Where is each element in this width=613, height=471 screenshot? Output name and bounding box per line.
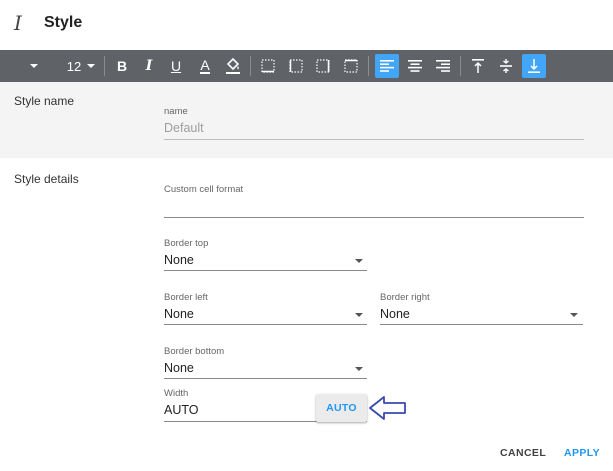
italic-icon: I: [145, 58, 153, 74]
underline-icon: U: [170, 58, 182, 74]
chevron-down-icon: [570, 313, 578, 317]
borders-all-button[interactable]: [258, 54, 278, 78]
border-left-label: Border left: [164, 292, 208, 303]
paint-bucket-icon: [226, 57, 240, 74]
width-label: Width: [164, 388, 189, 399]
name-input[interactable]: Default: [164, 121, 204, 135]
style-name-label: Style name: [14, 94, 75, 108]
caret-down-icon: [30, 64, 38, 68]
font-size-dropdown[interactable]: 12: [62, 54, 100, 78]
valign-bottom-button[interactable]: [522, 54, 546, 78]
name-input-underline: [164, 139, 584, 140]
chevron-down-icon: [355, 313, 363, 317]
name-field-label: name: [164, 106, 188, 117]
text-cursor-icon: I: [14, 11, 22, 35]
toolbar-divider: [104, 56, 105, 76]
border-left-select[interactable]: None: [164, 307, 194, 321]
borders-inner-icon: [289, 59, 303, 73]
style-details-label: Style details: [14, 172, 79, 186]
bold-icon: B: [116, 58, 128, 74]
bold-button[interactable]: B: [112, 54, 132, 78]
valign-bottom-icon: [528, 59, 540, 73]
auto-button[interactable]: AUTO: [316, 394, 367, 422]
borders-inner-button[interactable]: [286, 54, 306, 78]
borders-outer-icon: [316, 59, 330, 73]
align-left-button[interactable]: [375, 54, 399, 78]
valign-middle-icon: [500, 59, 512, 73]
valign-top-icon: [472, 59, 484, 73]
auto-button-label: AUTO: [326, 402, 357, 414]
border-left-underline: [164, 324, 367, 325]
border-bottom-select[interactable]: None: [164, 361, 194, 375]
border-right-select[interactable]: None: [380, 307, 410, 321]
border-right-label: Border right: [380, 292, 430, 303]
align-right-icon: [436, 60, 450, 72]
valign-middle-button[interactable]: [495, 54, 517, 78]
valign-top-button[interactable]: [467, 54, 489, 78]
border-top-label: Border top: [164, 238, 209, 249]
border-right-underline: [380, 324, 583, 325]
border-top-underline: [164, 270, 367, 271]
font-color-icon: A: [200, 57, 210, 74]
width-input[interactable]: AUTO: [164, 403, 199, 417]
chevron-down-icon: [355, 259, 363, 263]
caret-down-icon: [87, 64, 96, 68]
cancel-button[interactable]: CANCEL: [500, 447, 546, 459]
font-dropdown-button[interactable]: [24, 54, 44, 78]
toolbar-divider: [250, 56, 251, 76]
border-bottom-underline: [164, 378, 367, 379]
dialog-title: Style: [44, 14, 83, 31]
borders-none-icon: [344, 59, 358, 73]
align-right-button[interactable]: [431, 54, 455, 78]
underline-button[interactable]: U: [166, 54, 186, 78]
toolbar-divider: [368, 56, 369, 76]
annotation-arrow-icon: [369, 396, 406, 420]
format-toolbar: 12 B I U A: [0, 50, 613, 82]
font-size-value: 12: [66, 58, 82, 74]
font-color-button[interactable]: A: [195, 54, 215, 78]
style-name-section: [0, 82, 613, 158]
align-center-button[interactable]: [403, 54, 427, 78]
chevron-down-icon: [355, 367, 363, 371]
align-left-icon: [380, 60, 394, 72]
dialog-header: I Style: [0, 0, 613, 50]
borders-outer-button[interactable]: [313, 54, 333, 78]
italic-button[interactable]: I: [139, 54, 159, 78]
fill-color-button[interactable]: [222, 54, 244, 78]
toolbar-divider: [460, 56, 461, 76]
borders-none-button[interactable]: [341, 54, 361, 78]
align-center-icon: [408, 60, 422, 72]
border-bottom-label: Border bottom: [164, 346, 225, 357]
apply-button[interactable]: APPLY: [564, 447, 600, 459]
borders-all-icon: [261, 59, 275, 73]
custom-format-input[interactable]: [164, 192, 584, 218]
border-top-select[interactable]: None: [164, 253, 194, 267]
